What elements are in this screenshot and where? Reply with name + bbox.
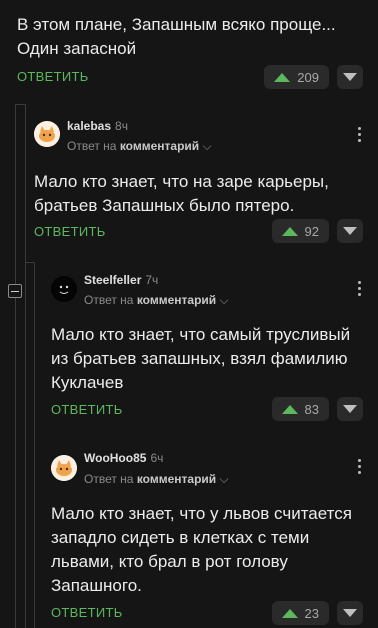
comment-text: В этом плане, Запашным всяко проще... Од… — [17, 13, 367, 61]
chevron-down-icon[interactable]: ⌵ — [203, 139, 212, 153]
reply-button[interactable]: ОТВЕТИТЬ — [51, 605, 123, 620]
reply-meta[interactable]: Ответ на комментарий ⌵ — [67, 139, 212, 154]
text-line: западло сидеть в клетках с теми — [51, 528, 310, 547]
chevron-down-icon[interactable]: ⌵ — [220, 293, 229, 307]
parent-comment-link[interactable]: комментарий — [137, 472, 216, 486]
reply-button[interactable]: ОТВЕТИТЬ — [34, 224, 106, 239]
text-line: Запашного. — [51, 576, 142, 595]
upvote-button[interactable]: 92 — [272, 219, 329, 243]
meta-prefix: Ответ на — [84, 472, 134, 486]
upvote-button[interactable]: 83 — [272, 397, 329, 421]
meta-prefix: Ответ на — [67, 139, 117, 153]
comment-time: 7ч — [145, 273, 159, 287]
text-line: Мало кто знает, что у львов считается — [51, 504, 352, 523]
author-label[interactable]: Steelfeller — [84, 273, 141, 287]
triangle-down-icon — [343, 73, 357, 81]
parent-comment-link[interactable]: комментарий — [120, 139, 199, 153]
more-options-button[interactable] — [358, 127, 362, 145]
smile-avatar-icon — [51, 276, 77, 302]
upvote-button[interactable]: 23 — [272, 601, 329, 625]
triangle-down-icon — [343, 405, 357, 413]
text-line: Куклачев — [51, 373, 124, 392]
meta-prefix: Ответ на — [84, 293, 134, 307]
reply-button[interactable]: ОТВЕТИТЬ — [17, 69, 89, 84]
comment-text: Мало кто знает, что у львов считается за… — [51, 502, 371, 598]
avatar[interactable] — [34, 121, 60, 147]
more-options-button[interactable] — [358, 459, 362, 477]
downvote-button[interactable] — [337, 397, 363, 421]
vote-count: 23 — [304, 605, 319, 621]
upvote-button[interactable]: 209 — [264, 65, 329, 89]
vote-count: 209 — [297, 69, 319, 85]
cat-avatar-icon — [34, 121, 60, 147]
cat-avatar-icon — [51, 455, 77, 481]
triangle-down-icon — [343, 227, 357, 235]
text-line: Один запасной — [17, 39, 137, 58]
text-line: львами, кто брал в рот голову — [51, 552, 288, 571]
reply-meta[interactable]: Ответ на комментарий ⌵ — [84, 472, 229, 487]
reply-button[interactable]: ОТВЕТИТЬ — [51, 402, 123, 417]
author-name[interactable]: kalebas 8ч — [67, 119, 128, 133]
text-line: Мало кто знает, что на заре карьеры, — [34, 172, 329, 191]
triangle-up-icon — [282, 226, 298, 236]
downvote-button[interactable] — [337, 65, 363, 89]
author-label[interactable]: WooHoo85 — [84, 451, 146, 465]
minus-box-icon — [11, 290, 19, 292]
vote-count: 92 — [304, 223, 319, 239]
avatar[interactable] — [51, 276, 77, 302]
avatar[interactable] — [51, 455, 77, 481]
thread-line-level1 — [15, 104, 16, 628]
triangle-down-icon — [343, 609, 357, 617]
downvote-button[interactable] — [337, 219, 363, 243]
vote-count: 83 — [304, 401, 319, 417]
comment-text: Мало кто знает, что самый трусливый из б… — [51, 323, 371, 395]
triangle-up-icon — [282, 404, 298, 414]
chevron-down-icon[interactable]: ⌵ — [220, 472, 229, 486]
more-options-button[interactable] — [358, 281, 362, 299]
text-line: Мало кто знает, что самый трусливый — [51, 325, 351, 344]
comment-time: 6ч — [150, 451, 164, 465]
text-line: братьев Запашных было пятеро. — [34, 196, 295, 215]
thread-line-level3 — [34, 262, 35, 628]
thread-branch-1 — [15, 104, 25, 105]
thread-branch-2 — [25, 262, 35, 263]
comment-time: 8ч — [115, 119, 128, 133]
reply-meta[interactable]: Ответ на комментарий ⌵ — [84, 293, 229, 308]
downvote-button[interactable] — [337, 601, 363, 625]
author-name[interactable]: Steelfeller 7ч — [84, 273, 158, 287]
parent-comment-link[interactable]: комментарий — [137, 293, 216, 307]
collapse-thread-button[interactable] — [8, 284, 22, 298]
triangle-up-icon — [282, 608, 298, 618]
thread-line-level2 — [25, 104, 26, 628]
triangle-up-icon — [274, 72, 290, 82]
text-line: В этом плане, Запашным всяко проще... — [17, 15, 336, 34]
text-line: из братьев запашных, взял фамилию — [51, 349, 348, 368]
comment-text: Мало кто знает, что на заре карьеры, бра… — [34, 170, 369, 218]
author-name[interactable]: WooHoo85 6ч — [84, 451, 163, 465]
author-label[interactable]: kalebas — [67, 119, 111, 133]
